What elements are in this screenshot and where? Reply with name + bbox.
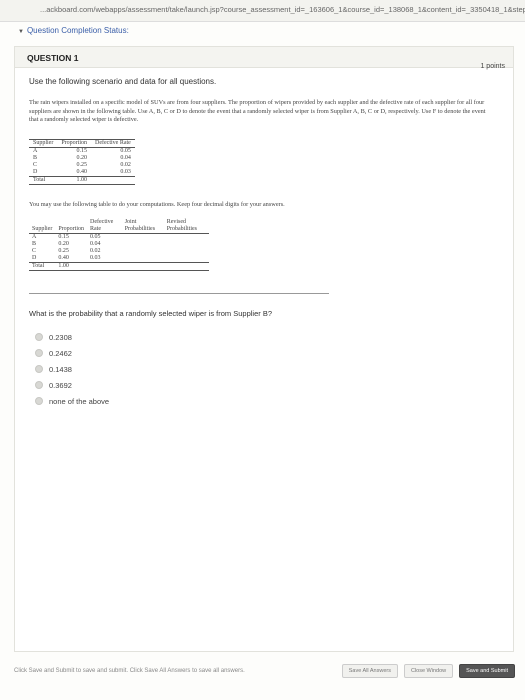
table-cell: Total (29, 176, 58, 185)
table1-header: Proportion (57, 139, 92, 148)
table-cell: 0.05 (90, 234, 101, 240)
expand-triangle-icon[interactable]: ▼ (18, 29, 24, 35)
table-cell: 0.04 (90, 241, 101, 247)
answer-options: 0.2308 0.2462 0.1438 0.3692 none of the … (35, 329, 109, 409)
table-cell: 0.15 (76, 148, 88, 154)
page: ...ackboard.com/webapps/assessment/take/… (0, 0, 525, 700)
table-cell: 0.03 (90, 255, 101, 261)
table2-header: Proportion (55, 219, 88, 234)
question-header: QUESTION 1 (15, 47, 513, 68)
table-cell (122, 255, 164, 263)
scenario-paragraph: The rain wipers installed on a specific … (29, 99, 486, 124)
radio-button[interactable] (35, 365, 43, 373)
option-label: 0.3692 (49, 380, 72, 390)
answer-option[interactable]: none of the above (35, 393, 109, 409)
table-cell: 0.05 (120, 148, 131, 154)
table-total-row: Total 1.00 (29, 262, 209, 271)
option-label: 0.2462 (49, 348, 72, 358)
option-label: 0.2308 (49, 332, 72, 342)
answer-option[interactable]: 0.2308 (35, 329, 109, 345)
table-cell (164, 248, 209, 255)
status-label: Question Completion Status: (26, 26, 129, 35)
address-bar[interactable]: ...ackboard.com/webapps/assessment/take/… (0, 0, 525, 22)
table-row: A 0.15 0.05 (29, 148, 135, 156)
table-cell: A (32, 234, 37, 240)
table-cell (164, 241, 209, 248)
table-cell: C (33, 162, 38, 168)
table2-header: Defective Rate (87, 219, 122, 234)
table-cell: 0.20 (76, 155, 88, 161)
table-cell: D (33, 169, 38, 175)
question-completion-status[interactable]: ▼ Question Completion Status: (18, 26, 129, 35)
close-window-button[interactable]: Close Window (403, 664, 454, 678)
option-label: 0.1438 (49, 364, 72, 374)
table-cell: D (32, 255, 37, 261)
question-title: QUESTION 1 (27, 53, 79, 63)
table-row: C 0.25 0.02 (29, 248, 209, 255)
table-cell (163, 262, 209, 271)
table-row: D 0.40 0.03 (29, 255, 209, 263)
table-cell: 0.25 (58, 248, 69, 254)
radio-button[interactable] (35, 397, 43, 405)
computation-table: Supplier Proportion Defective Rate Joint… (29, 219, 209, 271)
table-cell: C (32, 248, 37, 254)
table-cell: B (32, 241, 37, 247)
points-label: 1 points (480, 63, 505, 70)
save-and-submit-button[interactable]: Save and Submit (459, 664, 515, 678)
answer-option[interactable]: 0.3692 (35, 377, 109, 393)
option-label: none of the above (49, 396, 110, 406)
table2-header: Supplier (29, 219, 56, 234)
table-cell (122, 234, 164, 242)
table1-header: Defective Rate (91, 139, 135, 148)
table-cell: 0.40 (58, 255, 69, 261)
divider (29, 293, 329, 294)
radio-button[interactable] (35, 349, 43, 357)
table-cell: 0.03 (120, 169, 131, 175)
table-row: D 0.40 0.03 (29, 169, 135, 177)
table-cell: B (33, 155, 38, 161)
table-cell: Total (29, 262, 56, 271)
table-cell: 0.04 (120, 155, 131, 161)
footer-buttons: Save All Answers Close Window Save and S… (341, 664, 515, 678)
table-cell: 1.00 (57, 176, 92, 185)
table-total-row: Total 1.00 (29, 176, 135, 185)
table-row: B 0.20 0.04 (29, 155, 135, 162)
table-cell: 0.15 (58, 234, 69, 240)
radio-button[interactable] (35, 333, 43, 341)
question-intro: Use the following scenario and data for … (29, 77, 217, 86)
table2-header: Joint Probabilities (121, 219, 164, 234)
question-prompt: What is the probability that a randomly … (29, 309, 273, 318)
table2-header: Revised Probabilities (163, 219, 209, 234)
table-row: C 0.25 0.02 (29, 162, 135, 169)
table-row: B 0.20 0.04 (29, 241, 209, 248)
table-cell: 0.25 (76, 162, 88, 168)
table-cell (121, 262, 164, 271)
supplier-table: Supplier Proportion Defective Rate A 0.1… (29, 139, 135, 185)
answer-option[interactable]: 0.1438 (35, 361, 109, 377)
answer-option[interactable]: 0.2462 (35, 345, 109, 361)
table-cell: 0.02 (120, 162, 131, 168)
table1-header: Supplier (29, 139, 58, 148)
table-cell (87, 262, 122, 271)
table-cell (122, 241, 164, 248)
table-cell: 1.00 (55, 262, 88, 271)
table-cell: A (33, 148, 38, 154)
save-all-answers-button[interactable]: Save All Answers (341, 664, 398, 678)
table-cell (91, 176, 135, 185)
table-cell (122, 248, 164, 255)
radio-button[interactable] (35, 381, 43, 389)
question-panel: QUESTION 1 1 points Use the following sc… (14, 46, 514, 652)
computation-note: You may use the following table to do yo… (29, 201, 285, 208)
table-cell (164, 255, 209, 263)
footer-instructions: Click Save and Submit to save and submit… (14, 668, 245, 674)
table-cell: 0.40 (76, 169, 88, 175)
table-row: A 0.15 0.05 (29, 234, 209, 242)
table-cell (164, 234, 209, 242)
table-cell: 0.02 (90, 248, 101, 254)
table-cell: 0.20 (58, 241, 69, 247)
